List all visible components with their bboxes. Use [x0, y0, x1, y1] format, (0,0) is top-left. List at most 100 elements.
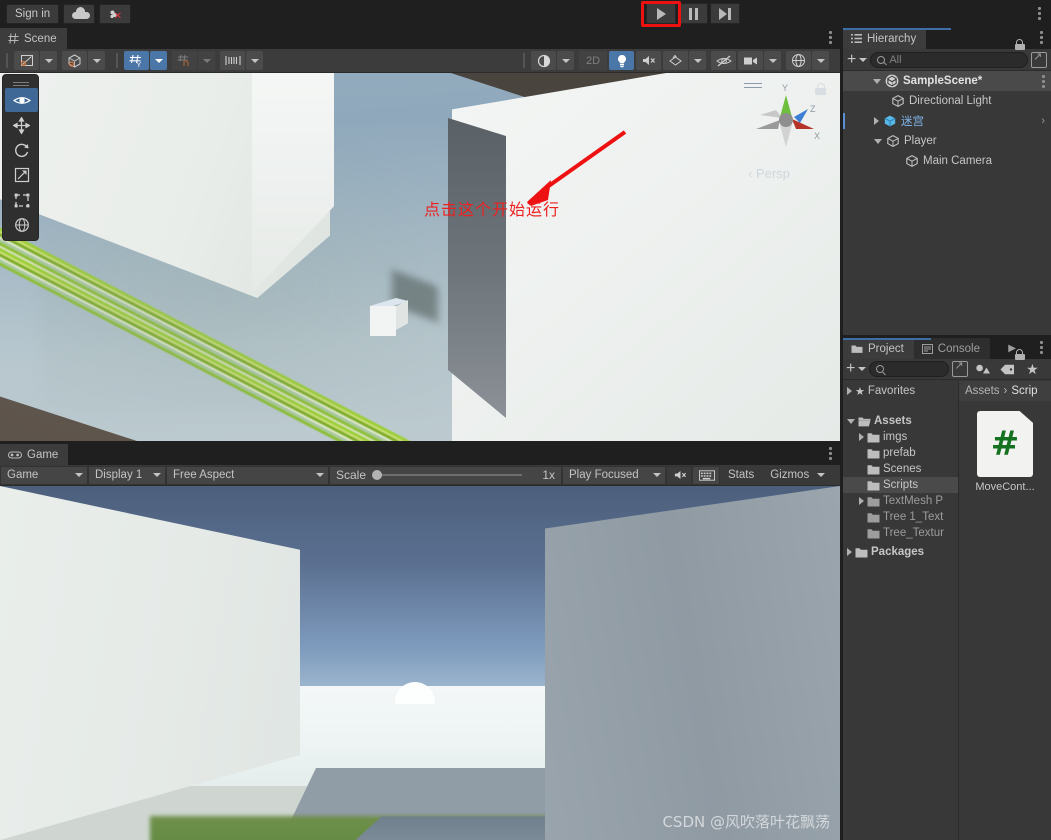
game-scale-slider[interactable]: Scale 1x	[329, 465, 562, 485]
transform-tool-button[interactable]	[5, 213, 38, 237]
project-tree-row-favorites[interactable]: ★ Favorites	[843, 383, 958, 399]
pause-button[interactable]	[678, 3, 708, 24]
breadcrumb-root[interactable]: Assets	[965, 385, 1000, 397]
favorites-filter-button[interactable]: ★	[1021, 361, 1043, 378]
create-asset-button[interactable]: +	[846, 361, 855, 377]
game-stats-button[interactable]: Stats	[720, 466, 762, 485]
game-mute-button[interactable]	[666, 465, 692, 485]
sign-in-button[interactable]: Sign in	[6, 4, 60, 24]
project-tree-row-textmesh[interactable]: TextMesh P	[843, 493, 958, 509]
breadcrumb-current[interactable]: Scrip	[1011, 385, 1037, 397]
scene-daynight-dropdown[interactable]	[557, 51, 574, 70]
scene-camera-button[interactable]	[738, 51, 763, 70]
game-gizmos-button[interactable]: Gizmos	[762, 466, 833, 485]
scene-player-cube[interactable]	[370, 298, 408, 336]
hierarchy-row-main-camera[interactable]: Main Camera	[843, 151, 1051, 171]
project-search-input[interactable]	[869, 361, 950, 377]
project-asset-grid[interactable]: Assets › Scrip # MoveCont...	[958, 381, 1051, 840]
game-more-options-icon[interactable]	[829, 447, 832, 462]
overlay-drag-handle[interactable]	[5, 77, 36, 87]
move-tool-button[interactable]	[5, 113, 38, 137]
scale-knob[interactable]	[372, 470, 383, 480]
scene-shading-button[interactable]	[62, 51, 87, 70]
tab-project[interactable]: Project	[843, 338, 914, 359]
open-in-new-icon[interactable]	[952, 359, 969, 377]
project-tree-row-scripts[interactable]: Scripts	[843, 477, 958, 493]
game-display-dropdown[interactable]: Display 1	[88, 465, 166, 485]
chevron-down-icon[interactable]	[859, 57, 868, 62]
project-tree[interactable]: ★ Favorites Assets imgs prefab Scenes Sc…	[843, 381, 958, 840]
filter-by-label-button[interactable]	[996, 361, 1018, 378]
chevron-down-icon[interactable]	[858, 367, 867, 371]
project-tree-row-tree1tex[interactable]: Tree 1_Text	[843, 509, 958, 525]
hierarchy-row-directional-light[interactable]: Directional Light	[843, 91, 1051, 111]
scene-snap-dropdown[interactable]	[198, 51, 215, 70]
hierarchy-search-input[interactable]: All	[870, 51, 1028, 68]
gizmo-persp-label[interactable]: ‹ Persp	[748, 166, 790, 181]
project-tree-row-assets[interactable]: Assets	[843, 413, 958, 429]
chevron-right-icon[interactable]	[859, 497, 864, 505]
open-in-new-icon[interactable]	[1031, 50, 1047, 68]
scene-daynight-button[interactable]	[531, 51, 556, 70]
scene-fx-dropdown[interactable]	[689, 51, 706, 70]
rotate-tool-button[interactable]	[5, 138, 38, 162]
play-button[interactable]	[646, 3, 676, 24]
chevron-down-icon[interactable]	[874, 138, 882, 144]
game-keyboard-button[interactable]	[692, 465, 720, 485]
tab-scene[interactable]: Scene	[0, 28, 67, 49]
scene-ruler-button[interactable]	[220, 51, 245, 70]
game-playmode-dropdown[interactable]: Play Focused	[562, 465, 666, 485]
scene-draw-mode-dropdown[interactable]	[40, 51, 57, 70]
step-button[interactable]	[710, 3, 740, 24]
game-viewport[interactable]: CSDN @风吹落叶花飘荡	[0, 486, 840, 840]
bug-report-button[interactable]: ✕	[99, 4, 132, 24]
tab-console[interactable]: Console	[913, 338, 990, 359]
project-tree-row-prefab[interactable]: prefab	[843, 445, 958, 461]
scene-ruler-dropdown[interactable]	[246, 51, 263, 70]
cloud-button[interactable]	[63, 4, 96, 24]
scene-audio-button[interactable]	[636, 51, 661, 70]
toolbar-more-button[interactable]	[1038, 7, 1041, 22]
lock-open-icon[interactable]	[815, 83, 826, 95]
project-tree-row-scenes[interactable]: Scenes	[843, 461, 958, 477]
filter-by-type-button[interactable]	[971, 361, 993, 378]
scene-lighting-button[interactable]	[609, 51, 634, 70]
scene-gizmos-dropdown[interactable]	[812, 51, 829, 70]
add-gameobject-button[interactable]: +	[847, 51, 856, 67]
scene-2d-button[interactable]: 2D	[579, 51, 607, 70]
game-viewmode-dropdown[interactable]: Game	[0, 465, 88, 485]
scene-fx-button[interactable]	[663, 51, 688, 70]
chevron-right-icon[interactable]	[847, 548, 852, 556]
scene-more-options-icon[interactable]	[829, 31, 832, 46]
scene-hidden-objects-button[interactable]	[711, 51, 736, 70]
chevron-down-icon[interactable]	[847, 418, 855, 424]
right-horizontal-splitter[interactable]	[843, 335, 1051, 338]
project-tree-row-packages[interactable]: Packages	[843, 544, 958, 560]
gizmo-drag-handle[interactable]	[744, 83, 762, 84]
chevron-right-icon[interactable]	[859, 433, 864, 441]
hierarchy-more-options-icon[interactable]	[1040, 31, 1043, 46]
chevron-right-icon[interactable]	[874, 117, 879, 125]
hierarchy-row-maze[interactable]: 迷宫 ›	[843, 111, 1051, 131]
scale-tool-button[interactable]	[5, 163, 38, 187]
scene-gizmos-button[interactable]	[786, 51, 811, 70]
lock-open-icon[interactable]	[1015, 39, 1025, 50]
game-aspect-dropdown[interactable]: Free Aspect	[166, 465, 329, 485]
hierarchy-row-player[interactable]: Player	[843, 131, 1051, 151]
rect-tool-button[interactable]	[5, 188, 38, 212]
scene-viewport[interactable]: Y Z X ‹ Persp 点击这个开始运行	[0, 73, 840, 472]
scene-shading-dropdown[interactable]	[88, 51, 105, 70]
lock-open-icon[interactable]	[1015, 349, 1025, 360]
tab-hierarchy[interactable]: Hierarchy	[843, 28, 927, 49]
scene-grid-dropdown[interactable]	[150, 51, 167, 70]
chevron-right-icon[interactable]	[847, 387, 852, 395]
vertical-splitter[interactable]	[840, 28, 843, 840]
scene-camera-dropdown[interactable]	[764, 51, 781, 70]
prefab-open-chevron-icon[interactable]: ›	[1041, 115, 1045, 127]
scene-snap-button[interactable]	[172, 51, 197, 70]
project-more-options-icon[interactable]	[1040, 341, 1043, 356]
project-tree-row-imgs[interactable]: imgs	[843, 429, 958, 445]
scene-grid-button[interactable]: Y	[124, 51, 149, 70]
scene-view-gizmo[interactable]: Y Z X ‹ Persp	[738, 77, 834, 185]
asset-item-movecontroller[interactable]: # MoveCont...	[959, 411, 1051, 493]
